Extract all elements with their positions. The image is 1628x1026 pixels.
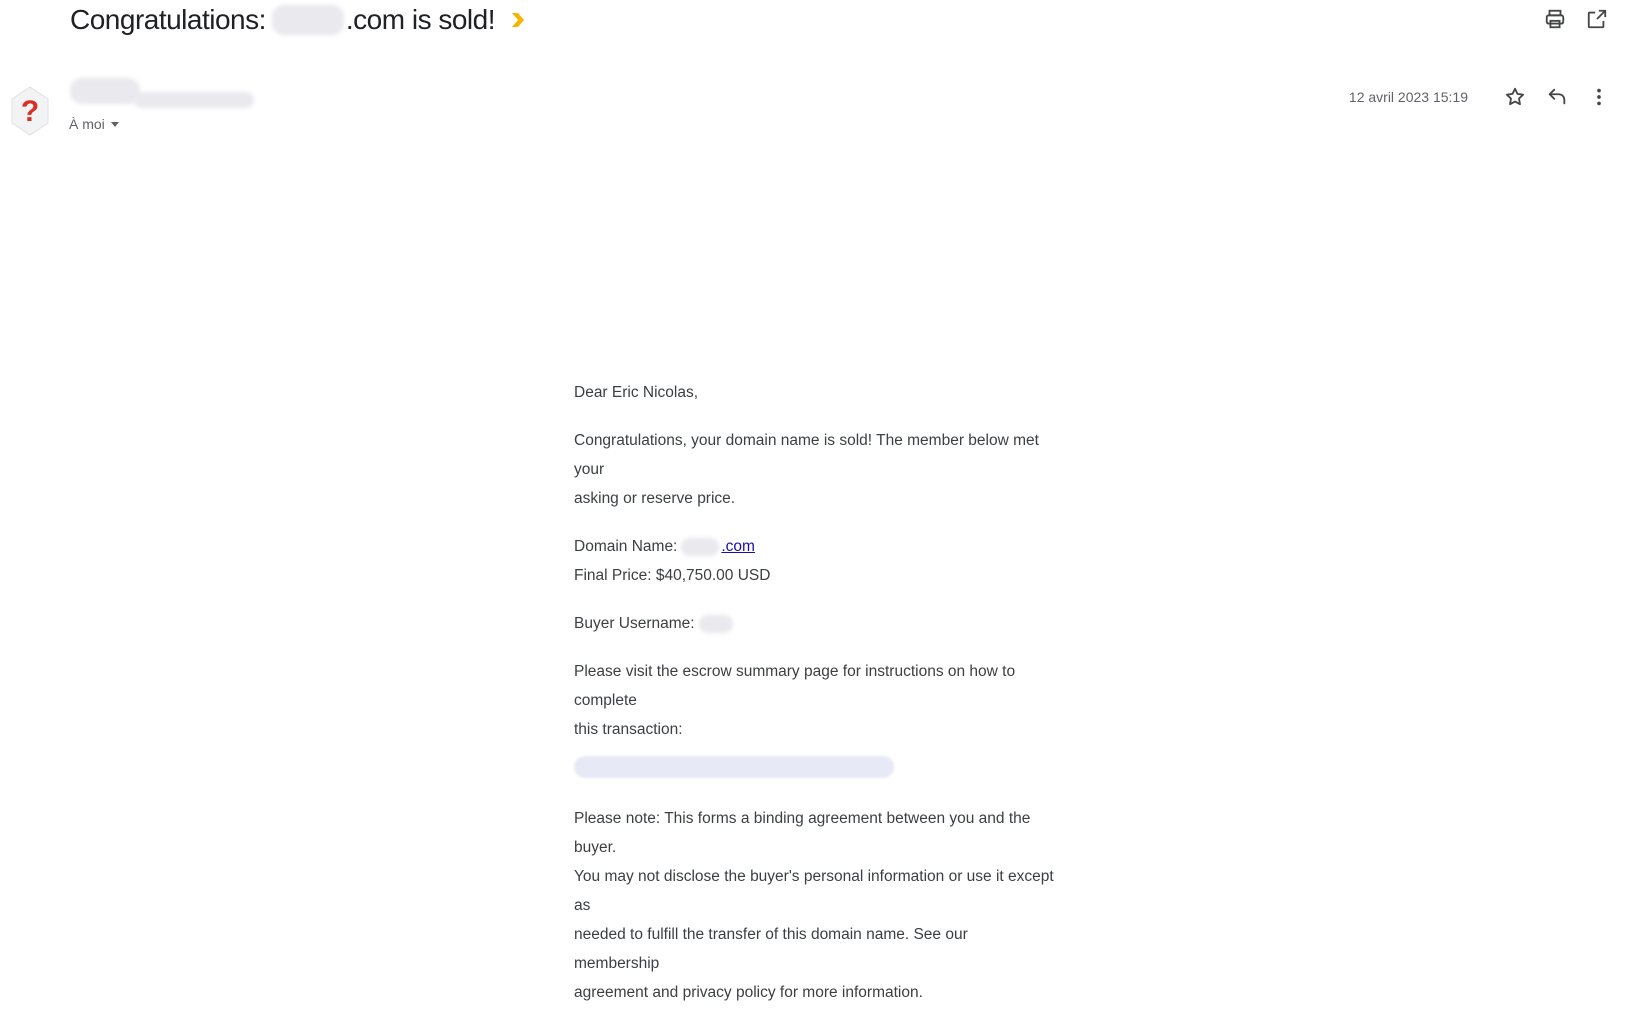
email-subject: Congratulations: .com is sold!	[70, 4, 496, 36]
final-price: Final Price: $40,750.00 USD	[574, 567, 771, 584]
note-line-2: You may not disclose the buyer's persona…	[574, 868, 1054, 914]
open-in-new-window-icon[interactable]	[1584, 6, 1610, 32]
redacted-sender-address	[134, 91, 254, 108]
chevron-down-icon	[110, 121, 119, 127]
importance-marker-icon[interactable]	[511, 12, 525, 28]
congrats-line-2: asking or reserve price.	[574, 490, 736, 507]
print-icon[interactable]	[1542, 6, 1568, 32]
buyer-line: Buyer Username:	[574, 609, 1054, 638]
star-icon[interactable]	[1502, 84, 1528, 110]
message-body: Dear Eric Nicolas, Congratulations, your…	[574, 378, 1054, 1026]
message-date: 12 avril 2023 15:19	[1348, 89, 1468, 105]
more-vertical-icon[interactable]	[1586, 84, 1612, 110]
redacted-sender-name	[70, 78, 140, 104]
note-line-3: needed to fulfill the transfer of this d…	[574, 926, 968, 972]
buyer-username-label: Buyer Username:	[574, 615, 695, 632]
greeting: Dear Eric Nicolas,	[574, 384, 699, 401]
congrats-paragraph: Congratulations, your domain name is sol…	[574, 426, 1054, 513]
recipient-dropdown[interactable]: À moi	[69, 116, 119, 132]
sender-avatar[interactable]: ?	[10, 85, 50, 137]
redacted-domain	[271, 5, 344, 35]
subject-row: Congratulations: .com is sold!	[70, 0, 525, 40]
escrow-line-1: Please visit the escrow summary page for…	[574, 663, 1016, 709]
escrow-line-2: this transaction:	[574, 721, 683, 738]
sale-details: Domain Name: .com Final Price: $40,750.00…	[574, 532, 1054, 590]
note-line-4: agreement and privacy policy for more in…	[574, 984, 923, 1001]
avatar-glyph: ?	[21, 95, 39, 128]
escrow-summary-link[interactable]	[574, 756, 894, 778]
subject-suffix: .com is sold!	[345, 4, 496, 35]
domain-name-label: Domain Name:	[574, 538, 678, 555]
recipient-label: À moi	[69, 116, 105, 132]
domain-name-link[interactable]: .com	[721, 538, 755, 555]
escrow-instructions: Please visit the escrow summary page for…	[574, 657, 1054, 744]
domain-name-line: Domain Name: .com	[574, 532, 1054, 561]
redacted-buyer-username	[698, 614, 733, 633]
subject-prefix: Congratulations:	[70, 4, 266, 35]
top-actions	[1542, 6, 1610, 32]
message-meta: 12 avril 2023 15:19	[1349, 84, 1612, 110]
sender-name	[70, 78, 254, 109]
congrats-line-1: Congratulations, your domain name is sol…	[574, 432, 1039, 478]
binding-note: Please note: This forms a binding agreem…	[574, 804, 1054, 1007]
note-line-1: Please note: This forms a binding agreem…	[574, 810, 1031, 856]
reply-icon[interactable]	[1544, 84, 1570, 110]
redacted-domain-name	[681, 537, 720, 556]
